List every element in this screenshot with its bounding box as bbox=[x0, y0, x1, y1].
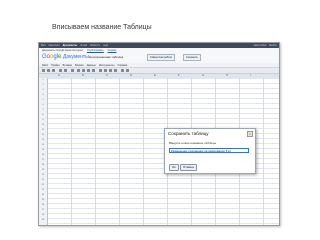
menu-help[interactable]: Справка bbox=[117, 63, 127, 67]
slide-title: Вписываем название Таблицы bbox=[52, 24, 152, 31]
row-headers: 1 2 3 4 5 6 7 8 9 10 11 12 13 14 15 16 1… bbox=[39, 78, 48, 225]
save-button[interactable]: Сохранить bbox=[183, 54, 201, 61]
menu-edit[interactable]: Правка bbox=[51, 63, 59, 67]
google-docs-logo[interactable]: Google Документы bbox=[42, 54, 89, 61]
document-title[interactable]: Несохраненная таблица bbox=[89, 55, 123, 59]
screenshot-window: Веб Картинки Документы Gmail Новости ещё… bbox=[38, 42, 280, 226]
fill-color-icon[interactable] bbox=[92, 69, 95, 72]
menu-insert[interactable]: Вставка bbox=[63, 63, 72, 67]
sum-icon[interactable] bbox=[126, 69, 129, 72]
menu-data[interactable]: Данные bbox=[87, 63, 96, 67]
docs-header: Документы Google ваша интернет Опубликов… bbox=[39, 48, 279, 64]
ok-button[interactable]: Ок bbox=[169, 164, 179, 171]
close-icon[interactable]: × bbox=[247, 131, 253, 137]
undo-icon[interactable] bbox=[47, 69, 50, 72]
dialog-title: Сохранить таблицу bbox=[168, 131, 209, 136]
bold-icon[interactable] bbox=[77, 69, 80, 72]
percent-icon[interactable] bbox=[64, 69, 67, 72]
table-name-input[interactable]: Размещение сохранение на информации 8 кл bbox=[169, 148, 249, 153]
redo-icon[interactable] bbox=[52, 69, 55, 72]
share-button[interactable]: Совместная работа bbox=[147, 54, 175, 61]
slide: Вписываем название Таблицы Веб Картинки … bbox=[0, 0, 320, 240]
font-size-icon[interactable] bbox=[71, 69, 74, 72]
menu-file[interactable]: Файл bbox=[42, 63, 48, 67]
align-icon[interactable] bbox=[104, 69, 107, 72]
wrap-icon[interactable] bbox=[114, 69, 117, 72]
row-header[interactable]: 29 bbox=[39, 218, 47, 223]
dialog-body: Введите новое название таблицы Размещени… bbox=[165, 138, 255, 173]
publish-link[interactable]: Опубликовать bbox=[87, 49, 104, 52]
dialog-prompt: Введите новое название таблицы bbox=[169, 141, 217, 145]
print-icon[interactable] bbox=[42, 69, 45, 72]
borders-icon[interactable] bbox=[99, 69, 102, 72]
save-table-dialog: Сохранить таблицу × Введите новое назван… bbox=[164, 128, 256, 174]
service-link[interactable]: Сервис bbox=[108, 49, 117, 52]
currency-icon[interactable] bbox=[59, 69, 62, 72]
logo-docs-text: Документы bbox=[63, 54, 89, 60]
cancel-button[interactable]: Отмена bbox=[180, 164, 197, 171]
menu-format[interactable]: Формат bbox=[75, 63, 84, 67]
menu-tools[interactable]: Инструменты bbox=[99, 63, 115, 67]
merge-icon[interactable] bbox=[109, 69, 112, 72]
strikethrough-icon[interactable] bbox=[82, 69, 85, 72]
insert-icon[interactable] bbox=[121, 69, 124, 72]
breadcrumb-text: Документы Google ваша интернет bbox=[42, 49, 84, 52]
text-color-icon[interactable] bbox=[87, 69, 90, 72]
breadcrumb: Документы Google ваша интернет Опубликов… bbox=[42, 49, 116, 52]
